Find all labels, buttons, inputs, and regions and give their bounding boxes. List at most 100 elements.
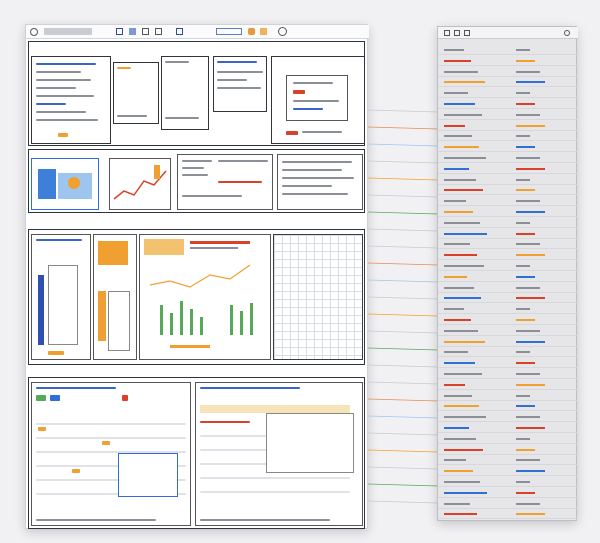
list-row[interactable] bbox=[438, 218, 578, 228]
settings-icon[interactable] bbox=[278, 27, 287, 36]
chart-panel-left bbox=[31, 234, 91, 360]
connector-line bbox=[367, 483, 439, 487]
connector-line bbox=[367, 415, 439, 419]
chart-mini bbox=[109, 158, 171, 210]
toolbar-icon[interactable] bbox=[444, 30, 450, 36]
connector-line bbox=[367, 432, 439, 436]
connector-line bbox=[367, 466, 439, 470]
connector-line bbox=[367, 313, 439, 317]
connector-line bbox=[367, 228, 439, 232]
connector-line bbox=[367, 449, 439, 453]
list-row[interactable] bbox=[438, 185, 578, 196]
list-row[interactable] bbox=[438, 250, 578, 261]
toolbar-icon[interactable] bbox=[454, 30, 460, 36]
list-row[interactable] bbox=[438, 175, 578, 185]
list-row[interactable] bbox=[438, 293, 578, 304]
connector-line bbox=[367, 160, 439, 164]
connector-line bbox=[367, 381, 439, 385]
toolbar-icon[interactable] bbox=[464, 30, 470, 36]
connector-line bbox=[367, 347, 439, 351]
connector-line bbox=[367, 109, 439, 113]
sidebar-panel bbox=[31, 56, 111, 144]
list-row[interactable] bbox=[438, 121, 578, 131]
list-row[interactable] bbox=[438, 423, 578, 433]
toolbar-icon[interactable] bbox=[260, 28, 267, 35]
settings-icon[interactable] bbox=[564, 30, 570, 36]
title-placeholder bbox=[44, 28, 92, 35]
list-row[interactable] bbox=[438, 499, 578, 509]
list-row[interactable] bbox=[438, 347, 578, 358]
list-row[interactable] bbox=[438, 164, 578, 174]
list-row[interactable] bbox=[438, 272, 578, 282]
panel-f bbox=[277, 154, 363, 210]
connector-line bbox=[367, 245, 439, 249]
list-row[interactable] bbox=[438, 131, 578, 142]
list-row[interactable] bbox=[438, 153, 578, 163]
list-row[interactable] bbox=[438, 45, 578, 55]
toolbar-icon[interactable] bbox=[142, 28, 149, 35]
list-row[interactable] bbox=[438, 434, 578, 444]
list-row[interactable] bbox=[438, 445, 578, 455]
list-row[interactable] bbox=[438, 380, 578, 390]
list-row[interactable] bbox=[438, 77, 578, 88]
list-row[interactable] bbox=[438, 455, 578, 466]
top-toolbar bbox=[26, 25, 369, 39]
list-row[interactable] bbox=[438, 509, 578, 520]
list-row[interactable] bbox=[438, 401, 578, 412]
connector-line bbox=[367, 262, 439, 266]
connector-line bbox=[367, 126, 439, 130]
list-row[interactable] bbox=[438, 315, 578, 325]
panel-b bbox=[161, 56, 209, 130]
list-row[interactable] bbox=[438, 56, 578, 66]
list-row[interactable] bbox=[438, 196, 578, 207]
connector-line bbox=[367, 330, 439, 334]
toolbar-icon[interactable] bbox=[116, 28, 123, 35]
chart-grid-panel bbox=[273, 234, 363, 360]
section-charts bbox=[28, 229, 365, 365]
list-row[interactable] bbox=[438, 358, 578, 369]
connector-line bbox=[367, 500, 439, 504]
list-row[interactable] bbox=[438, 477, 578, 487]
list-row[interactable] bbox=[438, 67, 578, 77]
right-list-panel bbox=[437, 26, 578, 521]
connector-line bbox=[367, 143, 439, 147]
toolbar-icon[interactable] bbox=[155, 28, 162, 35]
list-row[interactable] bbox=[438, 488, 578, 498]
list-row[interactable] bbox=[438, 326, 578, 336]
search-input[interactable] bbox=[216, 28, 242, 35]
list-row[interactable] bbox=[438, 337, 578, 347]
left-document-sheet bbox=[25, 24, 369, 529]
list-row[interactable] bbox=[438, 142, 578, 153]
chart-panel-center bbox=[139, 234, 271, 360]
list-row[interactable] bbox=[438, 369, 578, 379]
panel-c bbox=[213, 56, 267, 112]
list-row[interactable] bbox=[438, 283, 578, 293]
connector-line bbox=[367, 194, 439, 198]
list-row[interactable] bbox=[438, 391, 578, 401]
list-row[interactable] bbox=[438, 261, 578, 271]
right-header bbox=[438, 27, 578, 39]
connector-line bbox=[367, 398, 439, 402]
connector-line bbox=[367, 364, 439, 368]
connector-line bbox=[367, 296, 439, 300]
table-left bbox=[31, 382, 191, 526]
panel-e bbox=[177, 154, 273, 210]
list-row[interactable] bbox=[438, 466, 578, 477]
chart-panel-mid bbox=[93, 234, 137, 360]
list-row[interactable] bbox=[438, 207, 578, 217]
toolbar-icon[interactable] bbox=[248, 28, 255, 35]
toolbar-icon[interactable] bbox=[176, 28, 183, 35]
section-analytics bbox=[28, 149, 365, 213]
list-row[interactable] bbox=[438, 239, 578, 250]
panel-d bbox=[271, 56, 365, 144]
window-icon[interactable] bbox=[30, 28, 38, 36]
toolbar-icon[interactable] bbox=[129, 28, 136, 35]
list-row[interactable] bbox=[438, 110, 578, 120]
list-row[interactable] bbox=[438, 99, 578, 109]
connector-line bbox=[367, 279, 439, 283]
section-overview bbox=[28, 41, 365, 146]
list-row[interactable] bbox=[438, 88, 578, 99]
list-row[interactable] bbox=[438, 304, 578, 315]
list-row[interactable] bbox=[438, 229, 578, 239]
list-row[interactable] bbox=[438, 412, 578, 423]
